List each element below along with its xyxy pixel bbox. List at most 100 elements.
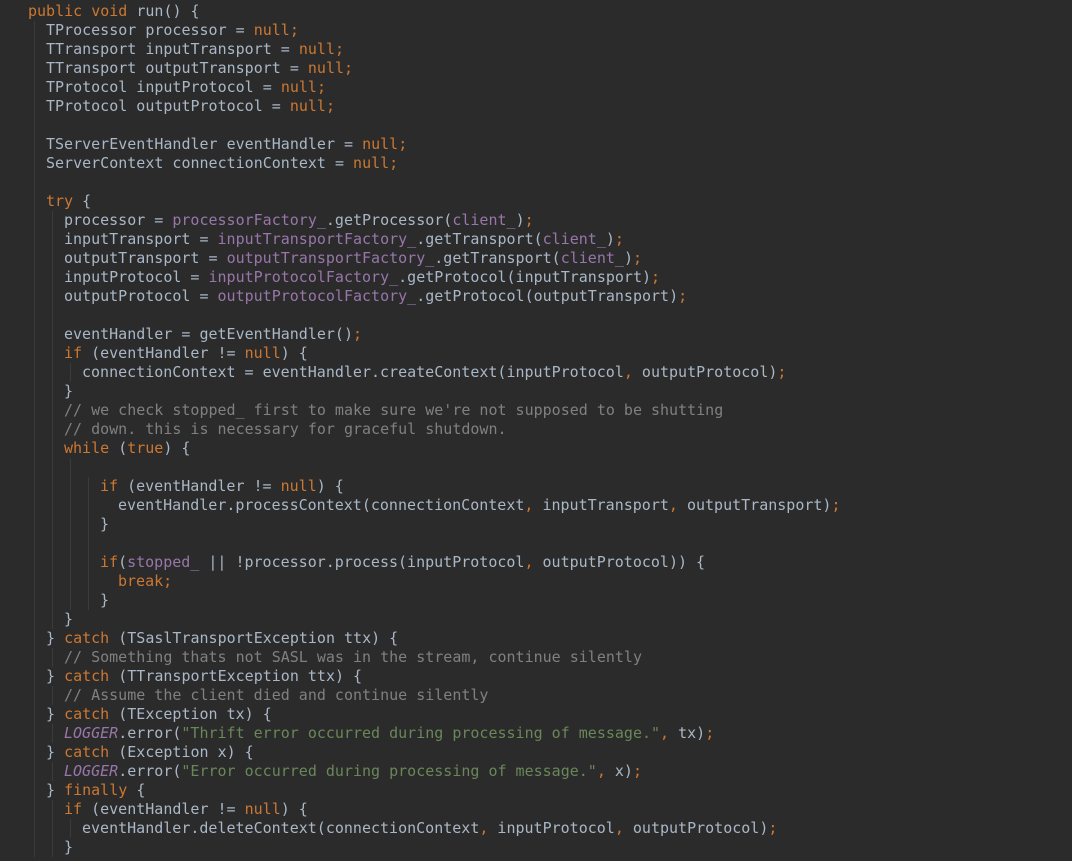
code-line[interactable]: // Something thats not SASL was in the s…: [64, 648, 642, 667]
code-line[interactable]: if (eventHandler != null) {: [64, 800, 308, 819]
code-editor[interactable]: public void run() {TProcessor processor …: [0, 0, 1072, 861]
code-line[interactable]: LOGGER.error("Error occurred during proc…: [64, 762, 642, 781]
code-token: {: [136, 781, 146, 799]
code-line[interactable]: LOGGER.error("Thrift error occurred duri…: [64, 724, 714, 743]
code-line[interactable]: } finally {: [46, 781, 145, 800]
code-line[interactable]: } catch (TException tx) {: [46, 705, 272, 724]
code-token: }: [46, 629, 65, 647]
code-line[interactable]: // we check stopped_ first to make sure …: [64, 401, 723, 420]
code-line[interactable]: TServerEventHandler eventHandler = null;: [46, 135, 407, 154]
code-token: ,: [668, 496, 687, 514]
code-token: ,: [623, 363, 642, 381]
code-line[interactable]: TProcessor processor = null;: [46, 21, 299, 40]
code-token: null: [307, 59, 345, 77]
code-token: }: [46, 705, 65, 723]
code-token: outputProtocolFactory_: [217, 287, 417, 305]
code-token: ;: [325, 97, 335, 115]
code-token: catch: [64, 743, 119, 761]
code-line[interactable]: ServerContext connectionContext = null;: [46, 154, 398, 173]
code-line[interactable]: inputTransport = inputTransportFactory_.…: [64, 230, 624, 249]
code-token: TTransport outputTransport =: [46, 59, 308, 77]
code-line[interactable]: }: [64, 838, 73, 857]
code-token: ;: [768, 819, 778, 837]
code-line[interactable]: inputProtocol = inputProtocolFactory_.ge…: [64, 268, 660, 287]
indent-guide: [52, 762, 53, 781]
code-token: outputTransport): [686, 496, 832, 514]
code-token: client_: [560, 249, 624, 267]
code-token: break;: [118, 572, 173, 590]
code-line[interactable]: }: [100, 515, 109, 534]
code-line[interactable]: }: [100, 591, 109, 610]
code-token: "Error occurred during processing of mes…: [181, 762, 597, 780]
indent-guide: [70, 458, 71, 610]
code-token: ) {: [280, 344, 308, 362]
code-line[interactable]: // down. this is necessary for graceful …: [64, 420, 507, 439]
code-token: ): [623, 249, 633, 267]
code-token: outputProtocol)) {: [542, 553, 706, 571]
code-token: || !processor.process(inputProtocol: [199, 553, 525, 571]
code-token: ;: [389, 154, 399, 172]
code-token: }: [64, 610, 74, 628]
code-line[interactable]: eventHandler = getEventHandler();: [64, 325, 362, 344]
code-token: ;: [678, 287, 688, 305]
code-line[interactable]: }: [64, 382, 73, 401]
code-token: ;: [831, 496, 841, 514]
code-token: ;: [289, 21, 299, 39]
code-line[interactable]: // Assume the client died and continue s…: [64, 686, 488, 705]
code-token: ,: [524, 496, 543, 514]
code-line[interactable]: connectionContext = eventHandler.createC…: [82, 363, 786, 382]
code-line[interactable]: eventHandler.processContext(connectionCo…: [118, 496, 840, 515]
indent-guide: [88, 477, 89, 610]
code-line[interactable]: } catch (Exception x) {: [46, 743, 254, 762]
code-token: outputTransportFactory_: [226, 249, 435, 267]
code-token: eventHandler.deleteContext(connectionCon…: [82, 819, 480, 837]
code-line[interactable]: TTransport inputTransport = null;: [46, 40, 344, 59]
code-line[interactable]: while (true) {: [64, 439, 190, 458]
code-line[interactable]: if (eventHandler != null) {: [64, 344, 308, 363]
code-token: catch: [64, 667, 119, 685]
code-token: catch: [64, 629, 119, 647]
code-line[interactable]: TProtocol outputProtocol = null;: [46, 97, 335, 116]
code-token: finally: [64, 781, 137, 799]
code-line[interactable]: processor = processorFactory_.getProcess…: [64, 211, 534, 230]
code-line[interactable]: outputTransport = outputTransportFactory…: [64, 249, 642, 268]
code-line[interactable]: break;: [118, 572, 172, 591]
code-token: ;: [524, 211, 534, 229]
code-token: if: [64, 344, 92, 362]
code-token: .getProtocol(outputTransport): [416, 287, 679, 305]
code-token: // we check stopped_ first to make sure …: [64, 401, 724, 419]
code-token: client_: [452, 211, 516, 229]
code-line[interactable]: outputProtocol = outputProtocolFactory_.…: [64, 287, 687, 306]
code-token: TProtocol inputProtocol =: [46, 78, 281, 96]
code-line[interactable]: if (eventHandler != null) {: [100, 477, 344, 496]
code-token: connectionContext = eventHandler.createC…: [82, 363, 624, 381]
code-token: processor =: [64, 211, 173, 229]
indent-guide: [34, 21, 35, 857]
code-token: null: [244, 800, 281, 818]
code-token: null: [362, 135, 399, 153]
code-token: try: [46, 192, 83, 210]
code-token: catch: [64, 705, 119, 723]
code-token: ) {: [316, 477, 344, 495]
code-token: ,: [614, 819, 633, 837]
code-line[interactable]: }: [64, 610, 73, 629]
code-token: .getTransport(: [416, 230, 543, 248]
code-token: ;: [632, 762, 642, 780]
code-token: (TException tx) {: [118, 705, 272, 723]
indent-guide: [52, 648, 53, 667]
code-line[interactable]: TTransport outputTransport = null;: [46, 59, 353, 78]
code-line[interactable]: if(stopped_ || !processor.process(inputP…: [100, 553, 705, 572]
code-line[interactable]: eventHandler.deleteContext(connectionCon…: [82, 819, 777, 838]
code-token: stopped_: [127, 553, 200, 571]
code-token: ): [515, 211, 525, 229]
code-token: ;: [316, 78, 326, 96]
code-token: .getTransport(: [434, 249, 561, 267]
code-line[interactable]: } catch (TSaslTransportException ttx) {: [46, 629, 398, 648]
code-line[interactable]: public void run() {: [28, 2, 200, 21]
code-token: ) {: [280, 800, 308, 818]
indent-guide: [52, 686, 53, 705]
code-line[interactable]: try {: [46, 192, 91, 211]
code-line[interactable]: TProtocol inputProtocol = null;: [46, 78, 326, 97]
code-token: "Thrift error occurred during processing…: [181, 724, 661, 742]
code-line[interactable]: } catch (TTransportException ttx) {: [46, 667, 362, 686]
